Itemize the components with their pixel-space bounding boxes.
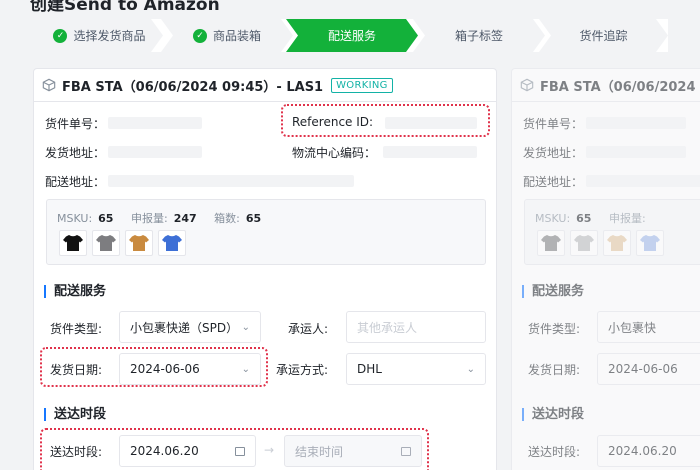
- sku-summary-box: MSKU: 65 申报量: 247 箱数: 65: [46, 199, 486, 265]
- delivery-service-heading: 配送服务: [522, 285, 584, 298]
- highlight-ship-date: [40, 347, 268, 387]
- sku-summary-box: MSKU: 65 申报量:: [524, 199, 700, 265]
- tshirt-beige-icon: [607, 235, 627, 251]
- shipment-type-value: 小包裹快: [608, 320, 657, 335]
- product-thumbnail[interactable]: [125, 230, 153, 256]
- ship-from-label: 发货地址：: [45, 146, 106, 160]
- step-label: 选择发货商品: [73, 29, 146, 43]
- box-icon: [520, 78, 534, 92]
- shipping-method-label: 承运方式:: [276, 363, 329, 377]
- ship-date-label: 发货日期:: [528, 363, 581, 377]
- arrival-window-label: 送达时段:: [528, 445, 581, 459]
- ship-from-value: [586, 146, 686, 158]
- chevron-down-icon: ⌄: [466, 363, 475, 375]
- page-title: 创建Send to Amazon: [30, 0, 220, 15]
- msku-value: 65: [98, 212, 114, 225]
- shipment-title: FBA STA（06/06/2024 09:45）- LAS1: [62, 79, 324, 95]
- step-select-products[interactable]: ✓ 选择发货商品: [36, 19, 163, 52]
- arrival-window-heading: 送达时段: [522, 408, 584, 421]
- shipment-type-value: 小包裹快递（SPD）: [130, 320, 239, 335]
- fc-code-value: [383, 146, 477, 158]
- shipment-no-value: [108, 117, 202, 129]
- product-thumbnail[interactable]: [603, 230, 631, 256]
- shipment-no-label: 货件单号：: [45, 117, 106, 131]
- ship-to-label: 配送地址：: [45, 175, 106, 189]
- tshirt-gray-icon: [96, 235, 116, 251]
- shipment-type-select[interactable]: 小包裹快递（SPD） ⌄: [119, 311, 261, 343]
- product-thumbnail[interactable]: [59, 230, 87, 256]
- tshirt-black-icon: [63, 235, 83, 251]
- step-label: 箱子标签: [454, 29, 503, 43]
- chevron-down-icon: ⌄: [241, 321, 250, 333]
- boxes-value: 65: [245, 212, 262, 225]
- sku-stats: MSKU: 65 申报量:: [535, 210, 646, 226]
- next-shipment-header: FBA STA（06/06/2024: [512, 69, 700, 102]
- next-shipment-card: FBA STA（06/06/2024 货件单号： 发货地址： 配送地址： MSK…: [511, 68, 700, 470]
- product-thumbnail[interactable]: [570, 230, 598, 256]
- highlight-arrival-window: [40, 428, 429, 470]
- step-box-labels[interactable]: 箱子标签: [413, 19, 545, 52]
- carrier-label: 承运人:: [288, 322, 329, 336]
- fc-code-label: 物流中心编码：: [292, 146, 377, 160]
- tshirt-brown-icon: [129, 235, 149, 251]
- delivery-service-heading: 配送服务: [44, 285, 106, 298]
- arrival-start-value: 2024.06.20: [608, 444, 677, 458]
- check-icon: ✓: [53, 29, 67, 43]
- ship-date-select[interactable]: 2024-06-06: [597, 353, 700, 385]
- carrier-placeholder: 其他承运人: [357, 320, 418, 335]
- tshirt-blue-icon: [162, 235, 182, 251]
- tshirt-gray-icon: [541, 235, 561, 251]
- arrival-window-heading: 送达时段: [44, 408, 106, 421]
- ship-to-value: [108, 175, 354, 187]
- product-thumbnail[interactable]: [158, 230, 186, 256]
- shipment-type-select[interactable]: 小包裹快: [597, 311, 700, 343]
- msku-value: 65: [576, 212, 592, 225]
- ship-to-value: [586, 175, 700, 187]
- shipment-no-label: 货件单号：: [523, 117, 584, 131]
- step-delivery-service[interactable]: 配送服务: [286, 19, 418, 52]
- check-icon: ✓: [193, 29, 207, 43]
- product-thumbnail[interactable]: [92, 230, 120, 256]
- sku-stats: MSKU: 65 申报量: 247 箱数: 65: [57, 210, 275, 226]
- shipment-type-label: 货件类型:: [528, 322, 581, 336]
- ship-to-label: 配送地址：: [523, 175, 584, 189]
- step-label: 商品装箱: [212, 29, 261, 43]
- msku-label: MSKU:: [57, 212, 93, 225]
- shipping-method-value: DHL: [357, 362, 382, 376]
- shipment-card-header: FBA STA（06/06/2024 09:45）- LAS1 WORKING: [34, 69, 496, 102]
- step-packing[interactable]: ✓ 商品装箱: [161, 19, 293, 52]
- product-thumbnail[interactable]: [537, 230, 565, 256]
- ship-from-label: 发货地址：: [523, 146, 584, 160]
- boxes-label: 箱数:: [214, 212, 240, 225]
- step-tracking[interactable]: 货件追踪: [539, 19, 668, 52]
- product-thumbnail[interactable]: [636, 230, 664, 256]
- step-label: 货件追踪: [579, 29, 628, 43]
- box-icon: [42, 78, 56, 92]
- highlight-reference-id: [281, 104, 490, 137]
- carrier-input[interactable]: 其他承运人: [346, 311, 486, 343]
- shipment-no-value: [586, 117, 686, 129]
- shipment-type-label: 货件类型:: [50, 322, 103, 336]
- tshirt-lightblue-icon: [640, 235, 660, 251]
- msku-label: MSKU:: [535, 212, 571, 225]
- step-label: 配送服务: [327, 29, 376, 43]
- next-shipment-title: FBA STA（06/06/2024: [540, 79, 696, 95]
- declared-label: 申报量:: [608, 212, 646, 225]
- ship-from-value: [108, 146, 202, 158]
- declared-value: 247: [173, 212, 197, 225]
- tshirt-lightgray-icon: [574, 235, 594, 251]
- step-progress: ✓ 选择发货商品 ✓ 商品装箱 配送服务 箱子标签 货件追踪: [36, 19, 668, 52]
- shipping-method-select[interactable]: DHL ⌄: [346, 353, 486, 385]
- arrival-start-date-input[interactable]: 2024.06.20: [597, 435, 700, 467]
- declared-label: 申报量:: [130, 212, 168, 225]
- status-badge: WORKING: [331, 77, 393, 93]
- ship-date-value: 2024-06-06: [608, 362, 678, 376]
